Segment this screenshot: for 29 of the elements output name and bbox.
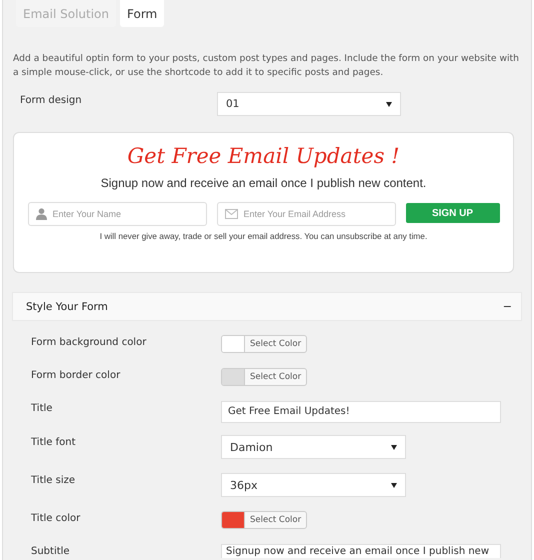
section-title: Style Your Form <box>26 300 108 312</box>
caret-icon <box>386 102 392 106</box>
section-header[interactable]: Style Your Form − <box>12 292 522 321</box>
color-picker[interactable]: Select Color <box>221 368 308 386</box>
field-label: Form design <box>20 94 83 106</box>
field-label: Title <box>31 402 54 414</box>
input-field[interactable]: Signup now and receive an email once I publish new <box>221 544 501 558</box>
input-field[interactable]: Get Free Email Updates! <box>221 401 501 423</box>
form-title: Get Free Email Updates ! <box>127 144 400 168</box>
field-label: Subtitle <box>31 545 71 557</box>
caret-icon <box>391 482 397 488</box>
field-label: Form background color <box>31 336 148 348</box>
user-icon <box>36 208 46 220</box>
select-field[interactable]: 36px <box>221 473 406 497</box>
description-text: Add a beautiful optin form to your posts, custom post types and pages. Include the form on your website with a simple mouse-click, or use the shortcode to add it to specific posts and pages. <box>13 52 520 80</box>
caret-icon <box>391 444 397 450</box>
field-label: Title color <box>31 512 82 524</box>
tab[interactable]: Form <box>120 0 164 27</box>
field-label: Title font <box>31 436 77 448</box>
collapse-toggle[interactable]: − <box>502 300 512 313</box>
select-field[interactable]: 01 <box>217 92 401 116</box>
color-picker[interactable]: Select Color <box>221 511 308 529</box>
color-picker[interactable]: Select Color <box>221 335 308 353</box>
form-subtitle: Signup now and receive an email once I publish new content. <box>100 176 426 190</box>
select-field[interactable]: Damion <box>221 435 406 459</box>
disclaimer-text: I will never give away, trade or sell your email address. You can unsubscribe at any time. <box>100 231 428 241</box>
field-label: Form border color <box>31 369 122 381</box>
field-label: Title size <box>31 474 76 486</box>
envelope-icon <box>224 209 238 219</box>
